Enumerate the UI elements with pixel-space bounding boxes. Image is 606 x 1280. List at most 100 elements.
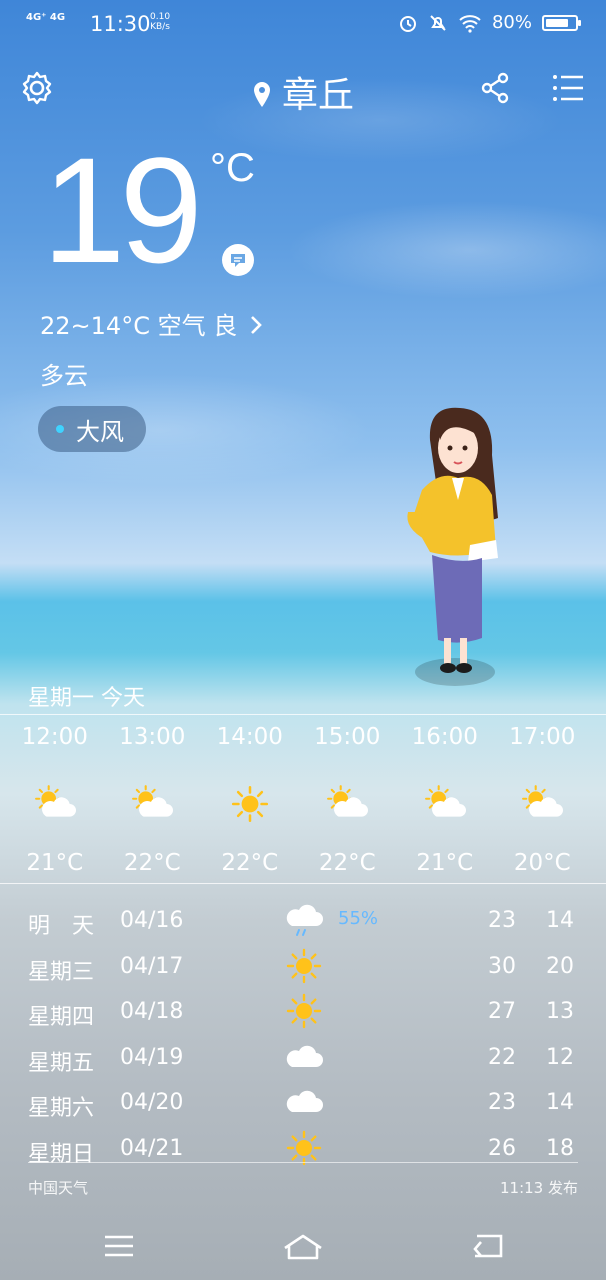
back-icon[interactable] bbox=[465, 1228, 509, 1264]
partly-cloudy-icon bbox=[132, 785, 174, 817]
day-date: 04/21 bbox=[120, 1136, 184, 1161]
daily-row[interactable]: 星期四 04/18 27 13 bbox=[0, 989, 606, 1033]
network-speed: 0.10 KB/s bbox=[150, 12, 170, 32]
alert-text: 大风 bbox=[76, 417, 124, 446]
chevron-right-icon bbox=[250, 316, 262, 334]
hour-time: 13:00 bbox=[119, 724, 186, 750]
data-source: 中国天气 bbox=[28, 1179, 89, 1197]
hour-temp: 21°C bbox=[26, 850, 84, 876]
daily-row[interactable]: 明 天 04/16 55% 23 14 bbox=[0, 898, 606, 942]
day-name: 星期五 bbox=[28, 1050, 95, 1076]
hour-time: 14:00 bbox=[216, 724, 283, 750]
character-illustration bbox=[407, 407, 498, 686]
speed-unit: KB/s bbox=[150, 22, 170, 32]
day-icon-wrap bbox=[284, 1082, 324, 1122]
sunny-icon bbox=[286, 948, 322, 983]
day-precip: 55% bbox=[338, 908, 379, 929]
day-high: 23 bbox=[488, 1090, 516, 1116]
hour-icon-wrap bbox=[494, 758, 592, 850]
partly-cloudy-icon bbox=[522, 785, 564, 817]
wifi-icon bbox=[459, 14, 481, 33]
day-date: 04/19 bbox=[120, 1044, 184, 1070]
hour-icon-wrap bbox=[299, 758, 397, 850]
day-name: 星期六 bbox=[28, 1096, 95, 1122]
weather-screen: 4G⁺ 4G 11:30 0.10 KB/s 80% 章丘 19 °C 22~1… bbox=[0, 0, 606, 1280]
hourly-item: 16:00 21°C bbox=[396, 724, 494, 876]
day-low: 18 bbox=[546, 1136, 574, 1161]
weather-alert-badge[interactable]: 大风 bbox=[38, 406, 146, 452]
daily-row[interactable]: 星期日 04/21 26 18 bbox=[0, 1126, 606, 1170]
weather-condition: 多云 bbox=[40, 362, 88, 390]
menu-list-icon[interactable] bbox=[546, 66, 590, 110]
day-date: 04/20 bbox=[120, 1090, 184, 1116]
battery-icon bbox=[542, 14, 581, 31]
hour-icon-wrap bbox=[104, 758, 202, 850]
recent-apps-icon[interactable] bbox=[97, 1228, 141, 1264]
network-indicator: 4G⁺ 4G bbox=[26, 12, 66, 23]
hourly-forecast[interactable]: 12:00 21°C 13:00 22°C 14:00 22°C 15:00 22°C 16:0… bbox=[6, 724, 602, 876]
daily-row[interactable]: 星期六 04/20 23 14 bbox=[0, 1080, 606, 1124]
alert-dot bbox=[56, 425, 64, 433]
hourly-item: 17:00 20°C bbox=[494, 724, 592, 876]
current-temperature: 19 bbox=[42, 126, 203, 294]
day-low: 13 bbox=[546, 999, 574, 1025]
sunny-icon bbox=[286, 993, 322, 1029]
day-name: 星期三 bbox=[28, 959, 95, 985]
divider-top bbox=[0, 714, 606, 715]
home-icon[interactable] bbox=[281, 1228, 325, 1264]
day-high: 22 bbox=[488, 1044, 516, 1070]
day-date: 04/18 bbox=[120, 999, 184, 1025]
alarm-icon bbox=[399, 15, 416, 32]
hour-time: 15:00 bbox=[314, 724, 381, 750]
day-high: 26 bbox=[488, 1136, 516, 1161]
partly-cloudy-icon bbox=[424, 785, 466, 817]
day-icon-wrap bbox=[284, 991, 324, 1031]
daily-row[interactable]: 星期五 04/19 22 12 bbox=[0, 1035, 606, 1079]
partly-cloudy-icon bbox=[34, 785, 76, 817]
day-name: 星期日 bbox=[28, 1142, 95, 1167]
partly-cloudy-icon bbox=[327, 785, 369, 817]
publish-time: 11:13 发布 bbox=[500, 1179, 578, 1197]
hour-icon-wrap bbox=[6, 758, 104, 850]
hour-time: 12:00 bbox=[21, 724, 88, 750]
hour-icon-wrap bbox=[396, 758, 494, 850]
range-air-quality[interactable]: 22~14°C 空气 良 bbox=[40, 306, 263, 341]
navigation-bar bbox=[0, 1212, 606, 1280]
day-date: 04/16 bbox=[120, 908, 184, 933]
status-time: 11:30 bbox=[90, 12, 151, 36]
hour-icon-wrap bbox=[201, 758, 299, 850]
day-icon-wrap bbox=[284, 900, 324, 940]
cloudy-icon bbox=[286, 1091, 323, 1113]
day-name: 明 天 bbox=[28, 914, 95, 939]
day-low: 14 bbox=[546, 908, 574, 933]
hour-temp: 21°C bbox=[416, 850, 474, 876]
today-label: 星期一 今天 bbox=[28, 686, 145, 711]
day-date: 04/17 bbox=[120, 953, 184, 979]
sunny-icon bbox=[231, 785, 268, 823]
hourly-item: 15:00 22°C bbox=[299, 724, 397, 876]
speed-value: 0.10 bbox=[150, 12, 171, 22]
battery-percent: 80% bbox=[491, 12, 532, 33]
day-low: 20 bbox=[546, 953, 574, 979]
city-name: 章丘 bbox=[281, 75, 354, 116]
mute-bell-icon bbox=[430, 14, 446, 31]
range-air-text: 22~14°C 空气 良 bbox=[40, 312, 238, 340]
status-bar: 4G⁺ 4G 11:30 0.10 KB/s 80% bbox=[0, 10, 606, 40]
hour-temp: 20°C bbox=[513, 850, 571, 876]
hourly-item: 13:00 22°C bbox=[104, 724, 202, 876]
day-low: 14 bbox=[546, 1090, 574, 1116]
hour-temp: 22°C bbox=[318, 850, 376, 876]
day-icon-wrap bbox=[284, 1037, 324, 1077]
hourly-item: 12:00 21°C bbox=[6, 724, 104, 876]
day-high: 30 bbox=[488, 953, 516, 979]
divider-bottom bbox=[28, 1162, 578, 1163]
hour-time: 17:00 bbox=[509, 724, 576, 750]
share-icon[interactable] bbox=[473, 66, 517, 110]
battery-fill bbox=[546, 18, 568, 27]
message-bubble-icon[interactable] bbox=[222, 244, 254, 276]
divider-middle bbox=[0, 883, 606, 884]
day-high: 27 bbox=[488, 999, 516, 1025]
day-icon-wrap bbox=[284, 946, 324, 986]
daily-row[interactable]: 星期三 04/17 30 20 bbox=[0, 944, 606, 988]
rain-cloud-icon bbox=[286, 904, 323, 936]
